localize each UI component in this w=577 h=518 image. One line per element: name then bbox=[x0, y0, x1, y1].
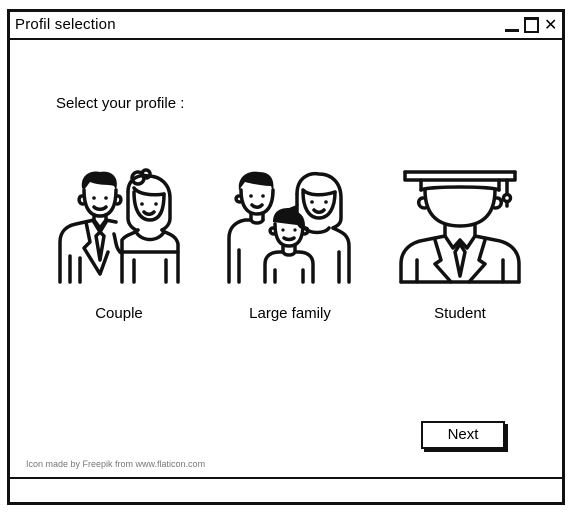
profile-label-large-family: Large family bbox=[249, 305, 331, 322]
maximize-icon[interactable] bbox=[524, 17, 539, 33]
next-button[interactable]: Next bbox=[421, 421, 505, 449]
profile-prompt: Select your profile : bbox=[56, 95, 185, 112]
profile-selection-window: Profil selection ✕ Select your profile : bbox=[7, 9, 565, 505]
student-icon bbox=[399, 170, 521, 284]
window-title: Profil selection bbox=[15, 16, 116, 33]
profile-option-student[interactable]: Student bbox=[380, 164, 540, 334]
title-bar: Profil selection ✕ bbox=[10, 12, 562, 40]
minimize-icon[interactable] bbox=[505, 17, 519, 33]
icon-credit: Icon made by Freepik from www.flaticon.c… bbox=[26, 459, 206, 469]
close-icon[interactable]: ✕ bbox=[544, 17, 557, 33]
large-family-icon bbox=[227, 171, 351, 284]
profile-label-couple: Couple bbox=[95, 305, 143, 322]
profile-option-couple[interactable]: Couple bbox=[39, 164, 199, 334]
status-bar bbox=[10, 477, 562, 502]
window-controls: ✕ bbox=[505, 17, 557, 33]
profile-label-student: Student bbox=[434, 305, 486, 322]
profile-option-large-family[interactable]: Large family bbox=[210, 164, 370, 334]
couple-icon bbox=[58, 168, 180, 284]
